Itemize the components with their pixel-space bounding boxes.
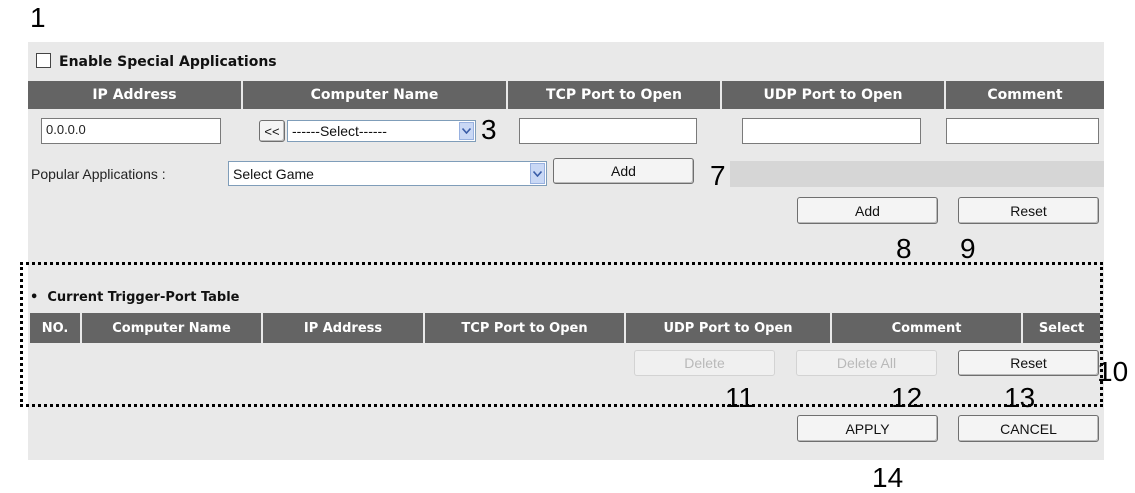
enable-special-applications[interactable]: Enable Special Applications — [36, 53, 277, 70]
reset-button[interactable]: Reset — [958, 197, 1099, 224]
apply-button[interactable]: APPLY — [797, 415, 938, 442]
header-udp-port: UDP Port to Open — [722, 81, 944, 109]
trigger-header-tcp-port: TCP Port to Open — [425, 313, 624, 343]
popular-applications-select[interactable]: Select Game — [228, 161, 547, 186]
delete-button[interactable]: Delete — [634, 350, 775, 376]
trigger-header-ip-address: IP Address — [263, 313, 423, 343]
header-computer-name: Computer Name — [243, 81, 506, 109]
udp-port-input[interactable] — [742, 118, 921, 144]
trigger-header-no: NO. — [30, 313, 80, 343]
tcp-port-input[interactable] — [519, 118, 697, 144]
trigger-reset-button[interactable]: Reset — [958, 350, 1099, 376]
trigger-header-computer-name: Computer Name — [82, 313, 261, 343]
callout-9: 9 — [960, 233, 976, 264]
header-comment: Comment — [946, 81, 1104, 109]
callout-14: 14 — [872, 462, 904, 493]
header-tcp-port: TCP Port to Open — [508, 81, 720, 109]
popular-row-shade — [730, 161, 1104, 187]
enable-checkbox[interactable] — [36, 53, 51, 68]
computer-name-select-value: ------Select------ — [292, 123, 387, 139]
popular-applications-select-value: Select Game — [233, 165, 314, 182]
bullet-icon: • — [30, 290, 39, 305]
callout-7: 7 — [710, 160, 726, 191]
computer-name-select[interactable]: ------Select------ — [287, 120, 476, 142]
chevron-down-icon — [530, 163, 545, 184]
header-ip-address: IP Address — [28, 81, 241, 109]
trigger-header-select: Select — [1023, 313, 1100, 343]
trigger-table-title: • Current Trigger-Port Table — [30, 290, 240, 305]
ip-address-input[interactable]: 0.0.0.0 — [41, 118, 221, 144]
trigger-table-title-text: Current Trigger-Port Table — [47, 290, 240, 305]
trigger-header-udp-port: UDP Port to Open — [626, 313, 830, 343]
trigger-header-comment: Comment — [832, 313, 1021, 343]
popular-add-button[interactable]: Add — [553, 158, 694, 184]
enable-label: Enable Special Applications — [59, 54, 277, 70]
comment-input[interactable] — [946, 118, 1099, 144]
callout-3: 3 — [481, 114, 497, 145]
popular-applications-label: Popular Applications : — [31, 166, 166, 182]
callout-1: 1 — [30, 2, 46, 33]
callout-8: 8 — [896, 233, 912, 264]
copy-computer-button[interactable]: << — [259, 120, 285, 142]
add-button[interactable]: Add — [797, 197, 938, 224]
cancel-button[interactable]: CANCEL — [958, 415, 1099, 442]
chevron-down-icon — [459, 122, 474, 140]
delete-all-button[interactable]: Delete All — [796, 350, 937, 376]
